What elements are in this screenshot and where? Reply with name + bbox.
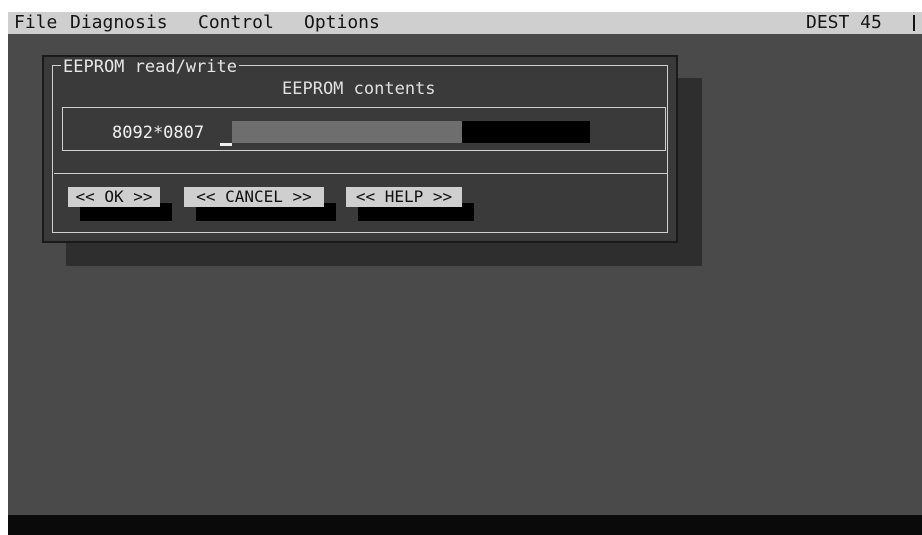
eeprom-contents-label: EEPROM contents: [282, 79, 436, 99]
text-cursor: [220, 143, 232, 146]
ok-button[interactable]: << OK >>: [68, 187, 160, 207]
menu-options[interactable]: Options: [304, 12, 380, 34]
dialog-title: EEPROM read/write: [61, 57, 239, 77]
eeprom-contents-input[interactable]: 8092*0807: [112, 123, 204, 143]
eeprom-field-highlight[interactable]: [232, 121, 462, 143]
status-bar: [8, 515, 922, 535]
help-button[interactable]: << HELP >>: [346, 187, 462, 207]
cancel-button[interactable]: << CANCEL >>: [184, 187, 324, 207]
status-indicator: DEST 45: [806, 12, 882, 33]
eeprom-field-empty[interactable]: [462, 121, 590, 143]
dialog-divider: [54, 173, 668, 174]
menu-bar-separator: [913, 15, 915, 31]
eeprom-dialog: EEPROM read/write EEPROM contents 8092*0…: [42, 55, 678, 243]
dos-screen: File Diagnosis Control Options DEST 45 E…: [8, 12, 922, 535]
menu-diagnosis[interactable]: Diagnosis: [70, 12, 168, 34]
menu-bar: File Diagnosis Control Options DEST 45: [8, 12, 922, 34]
menu-control[interactable]: Control: [198, 12, 274, 34]
menu-file[interactable]: File: [14, 12, 57, 34]
